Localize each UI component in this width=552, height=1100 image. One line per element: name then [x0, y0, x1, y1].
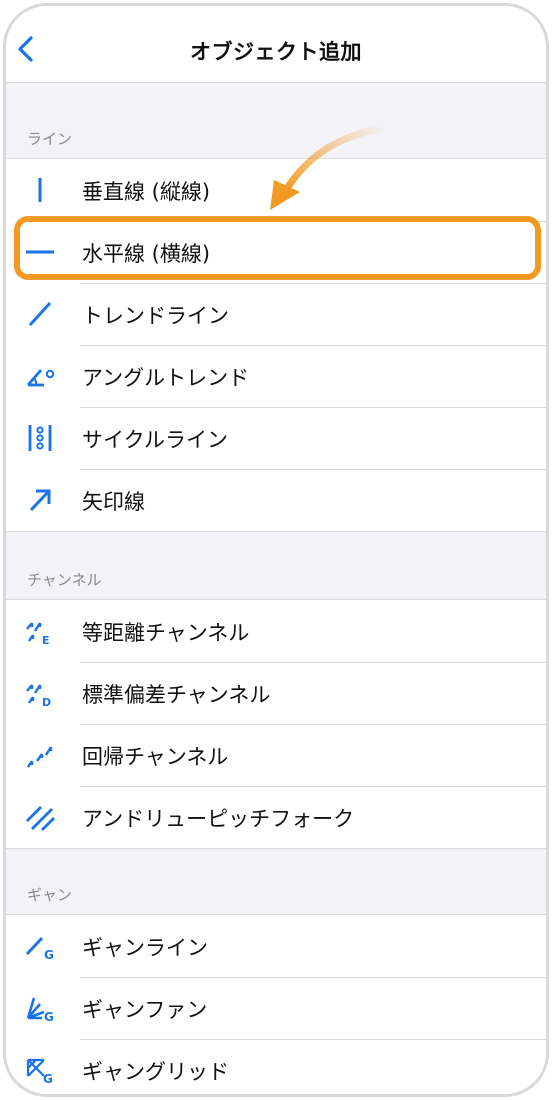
arrow-line-icon	[29, 489, 51, 512]
gann-line-icon: G	[25, 936, 54, 960]
section-gann-list: G ギャンライン G ギャンファン G ギャングリッド	[6, 914, 546, 1094]
list-item-label: ギャンファン	[82, 998, 208, 1022]
list-item-arrow-line[interactable]: 矢印線	[6, 469, 546, 531]
regression-channel-icon	[27, 746, 53, 768]
svg-text:G: G	[44, 948, 54, 960]
svg-text:G: G	[43, 1072, 53, 1084]
list-item-gann-fan[interactable]: G ギャンファン	[6, 977, 546, 1039]
section-channel-list: E 等距離チャンネル D 標準偏差チャンネル 回帰チャンネル アンドリューピッチ…	[6, 599, 546, 849]
svg-text:D: D	[42, 696, 51, 707]
svg-text:G: G	[44, 1010, 54, 1022]
pitchfork-icon	[26, 806, 55, 831]
gann-grid-icon: G	[26, 1058, 53, 1084]
page-title: オブジェクト追加	[190, 40, 362, 64]
section-header-line: ライン	[27, 130, 73, 148]
list-item-label: 矢印線	[82, 490, 145, 514]
list-item-label: 回帰チャンネル	[82, 745, 229, 769]
equidistant-channel-icon: E	[26, 622, 50, 645]
list-item-label: 水平線 (横線)	[82, 242, 211, 266]
horizontal-line-icon	[26, 250, 54, 254]
list-item-trendline[interactable]: トレンドライン	[6, 283, 546, 345]
list-item-vertical-line[interactable]: 垂直線 (縦線)	[6, 159, 546, 221]
section-line-list: 垂直線 (縦線) 水平線 (横線) トレンドライン アングルトレンド サイクルラ…	[6, 158, 546, 532]
gann-fan-icon: G	[26, 997, 54, 1022]
svg-text:E: E	[42, 634, 50, 645]
list-item-equidistant-channel[interactable]: E 等距離チャンネル	[6, 600, 546, 662]
phone-frame: オブジェクト追加 ライン 垂直線 (縦線) 水平線 (横線) トレンドライン ア…	[3, 3, 549, 1097]
list-item-label: ギャンライン	[82, 936, 208, 960]
list-item-pitchfork[interactable]: アンドリューピッチフォーク	[6, 786, 546, 848]
section-header-gann: ギャン	[27, 886, 73, 904]
section-header-channel: チャンネル	[27, 571, 102, 589]
list-item-label: 標準偏差チャンネル	[82, 683, 271, 707]
list-item-label: 垂直線 (縦線)	[82, 180, 211, 204]
list-item-label: ギャングリッド	[82, 1060, 229, 1084]
list-item-gann-grid[interactable]: G ギャングリッド	[6, 1039, 546, 1094]
navigation-bar: オブジェクト追加	[6, 6, 546, 83]
list-item-label: アングルトレンド	[82, 366, 250, 390]
list-item-label: 等距離チャンネル	[82, 621, 250, 645]
list-item-label: サイクルライン	[82, 428, 228, 452]
cycle-line-icon	[28, 425, 52, 451]
angle-trend-icon	[26, 369, 55, 387]
trendline-icon	[28, 301, 52, 327]
list-item-label: アンドリューピッチフォーク	[82, 807, 355, 831]
list-item-label: トレンドライン	[82, 304, 229, 328]
list-item-cycle-line[interactable]: サイクルライン	[6, 407, 546, 469]
list-item-horizontal-line[interactable]: 水平線 (横線)	[6, 221, 546, 283]
list-item-angle-trend[interactable]: アングルトレンド	[6, 345, 546, 407]
list-item-gann-line[interactable]: G ギャンライン	[6, 915, 546, 977]
list-item-std-deviation-channel[interactable]: D 標準偏差チャンネル	[6, 662, 546, 724]
vertical-line-icon	[38, 178, 42, 202]
list-item-regression-channel[interactable]: 回帰チャンネル	[6, 724, 546, 786]
std-deviation-channel-icon: D	[26, 684, 51, 707]
